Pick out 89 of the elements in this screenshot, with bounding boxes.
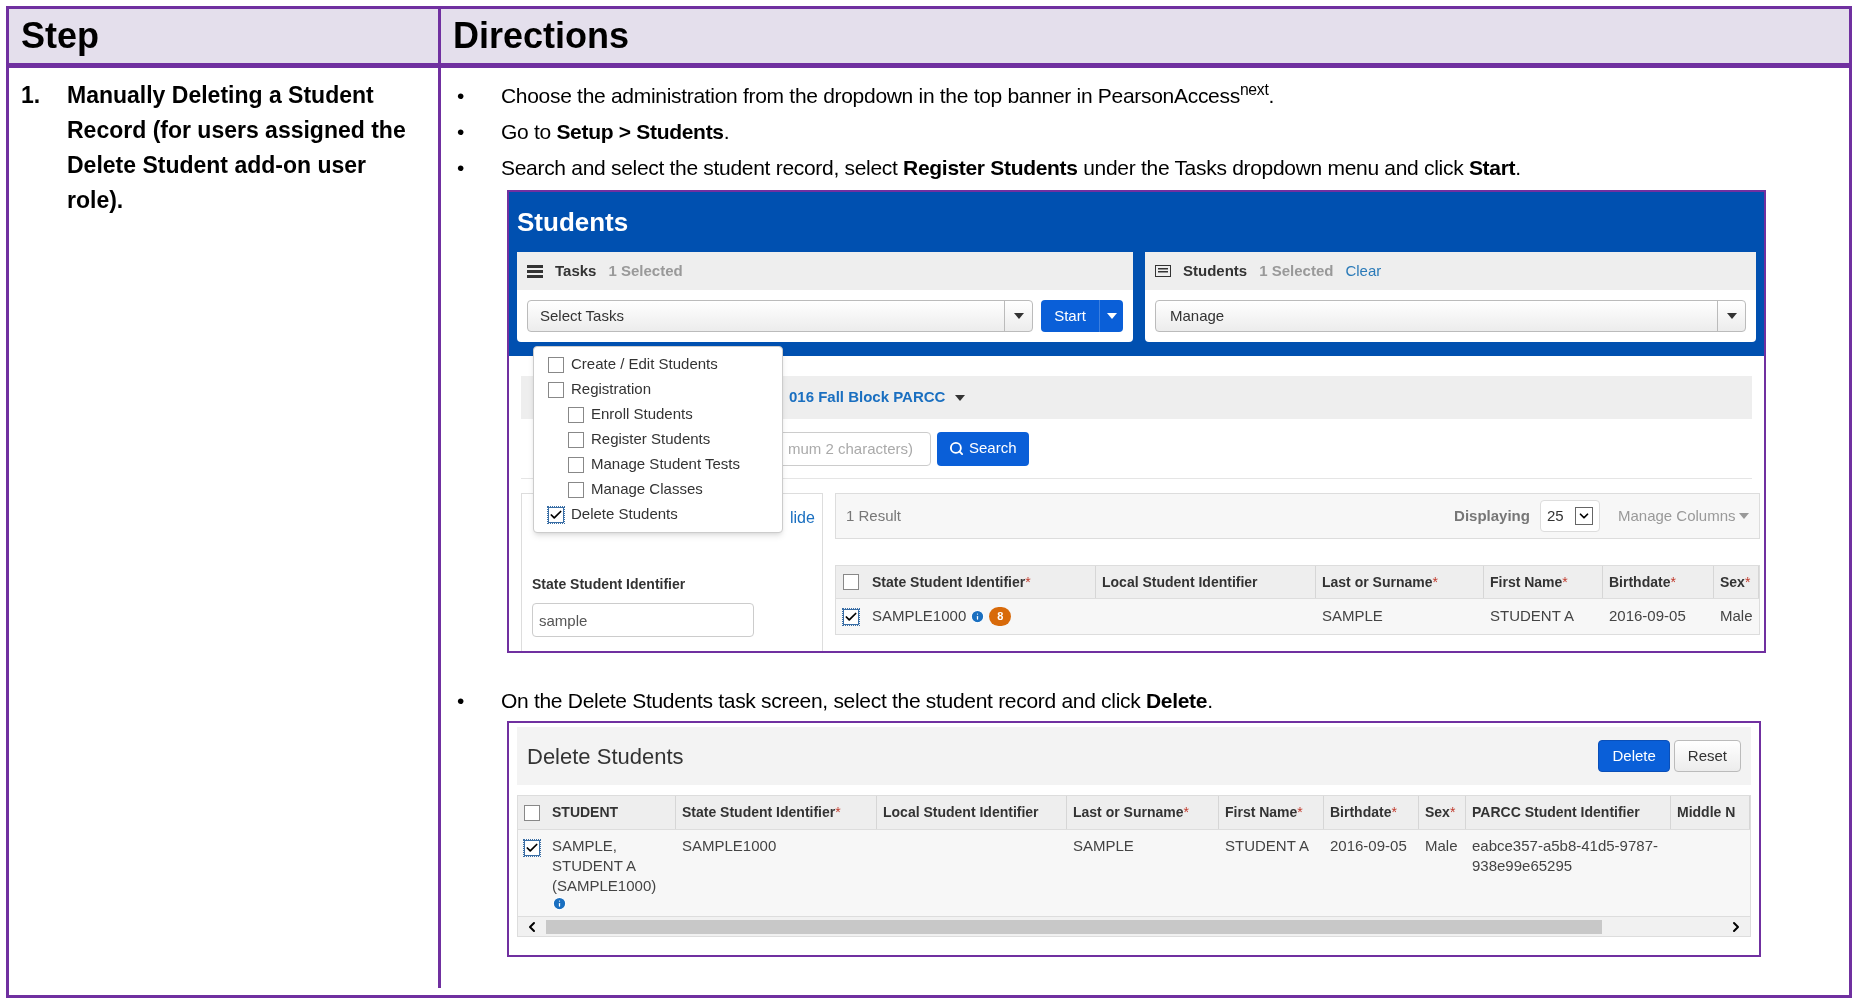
table-cell: SAMPLE1000	[682, 836, 777, 856]
bullet: •	[457, 688, 466, 714]
caret-icon	[955, 394, 966, 401]
menu-item[interactable]: Create / Edit Students	[534, 352, 782, 377]
administration-name[interactable]: 016 Fall Block PARCC	[789, 386, 946, 409]
step-title: Manually Deleting a Student Record (for users assigned the Delete Student add-on user role).	[67, 81, 407, 215]
search-button[interactable]: Search	[937, 431, 1029, 466]
info-icon[interactable]	[970, 609, 986, 624]
table-cell-text: SAMPLE1000	[872, 606, 967, 627]
checkbox[interactable]	[524, 804, 540, 821]
table-cell-text: SAMPLE	[1322, 606, 1383, 627]
column-header: Local Student Identifier	[1096, 566, 1316, 598]
table-cell: SAMPLE	[1073, 836, 1134, 856]
caret-icon	[1106, 313, 1117, 319]
delete-button[interactable]: Delete	[1598, 740, 1670, 772]
selected-count: 1 Selected	[1259, 260, 1334, 281]
table-row[interactable]: SAMPLE, STUDENT A (SAMPLE1000) SAMPLE1000 SAMPLE STUDENT A 2016-09-05 Male eabce357-a5b8-41d5-9787-938e99e65295	[518, 830, 1750, 916]
page-title: Students	[517, 205, 629, 239]
checkbox[interactable]	[548, 506, 564, 523]
checkbox[interactable]	[548, 381, 564, 398]
table-row[interactable]: SAMPLE1000 8 SAMPLE STUDENT A 2016-09-05 Male	[835, 599, 1760, 635]
table-cell-text: 2016-09-05	[1609, 606, 1686, 627]
clear-link[interactable]: Clear	[1345, 259, 1382, 283]
info-icon[interactable]	[552, 896, 567, 911]
direction-text: Go to Setup > Students.	[501, 119, 730, 145]
task-select[interactable]: Select Tasks	[527, 300, 1033, 332]
column-header: First Name*	[1484, 566, 1603, 598]
checkbox[interactable]	[568, 406, 584, 423]
checkbox[interactable]	[843, 574, 859, 590]
menu-item[interactable]: Manage Classes	[534, 477, 782, 502]
selected-count: 1 Selected	[608, 260, 683, 281]
field-label: State Student Identifier	[532, 575, 687, 594]
direction-text: Search and select the student record, select Register Students under the Tasks dropdown menu and click Start.	[501, 155, 1521, 181]
table-cell: Male	[1425, 836, 1458, 856]
reset-button[interactable]: Reset	[1673, 740, 1741, 772]
bullet: •	[457, 155, 466, 181]
checkbox[interactable]	[524, 840, 540, 856]
column-header: Step	[9, 9, 441, 63]
bullet: •	[457, 119, 466, 145]
checkbox[interactable]	[568, 456, 584, 473]
menu-item[interactable]: Enroll Students	[534, 402, 782, 427]
column-header: Sex*	[1714, 566, 1759, 598]
table-cell: 2016-09-05	[1330, 836, 1407, 856]
column-header: STUDENT	[546, 796, 676, 829]
column-header: Local Student Identifier	[877, 796, 1067, 829]
students-select[interactable]: Manage	[1155, 300, 1746, 332]
column-header: Last or Surname*	[1316, 566, 1484, 598]
checkbox[interactable]	[843, 608, 859, 625]
column-header: Middle N	[1671, 796, 1750, 829]
direction-text: Choose the administration from the dropdown in the top banner in PearsonAccess$^{next}$.	[501, 80, 1274, 109]
direction-text: On the Delete Students task screen, select the student record and click Delete.	[501, 688, 1213, 714]
table-cell-text: SAMPLE, STUDENT A (SAMPLE1000)	[552, 836, 658, 896]
checkbox[interactable]	[568, 431, 584, 448]
bullet: •	[457, 83, 466, 109]
card-icon	[1155, 265, 1171, 277]
table-cell-text: STUDENT A	[1490, 606, 1574, 627]
checkbox[interactable]	[548, 356, 564, 373]
table-cell: STUDENT A	[1225, 836, 1309, 856]
table-cell-text: eabce357-a5b8-41d5-9787-938e99e65295	[1472, 836, 1659, 876]
checkbox[interactable]	[568, 481, 584, 498]
result-count: 1 Result	[846, 505, 903, 526]
panel-title: Tasks	[555, 260, 597, 281]
column-header: Last or Surname*	[1067, 796, 1219, 829]
page-size-select[interactable]: 25	[1539, 500, 1600, 532]
start-button[interactable]: Start	[1041, 300, 1123, 332]
column-header: Directions	[452, 14, 631, 58]
menu-item[interactable]: Delete Students	[534, 502, 782, 527]
task-title: Delete Students	[527, 742, 685, 771]
menu-item[interactable]: Registration	[534, 377, 782, 402]
hide-link[interactable]: lide	[790, 506, 815, 530]
search-icon	[949, 441, 964, 456]
column-header: Birthdate*	[1324, 796, 1419, 829]
horizontal-scrollbar[interactable]	[518, 916, 1750, 936]
alert-count-badge: 8	[989, 607, 1012, 626]
column-header: Sex*	[1419, 796, 1466, 829]
column-header: PARCC Student Identifier	[1466, 796, 1671, 829]
caret-icon	[1726, 313, 1737, 319]
identifier-field[interactable]: sample	[532, 603, 754, 637]
table-cell-text: Male	[1720, 606, 1753, 627]
panel-title: Students	[1183, 260, 1248, 281]
column-header: State Student Identifier*	[866, 566, 1096, 598]
column-header: Birthdate*	[1603, 566, 1714, 598]
column-header: State Student Identifier*	[676, 796, 877, 829]
column-header: First Name*	[1219, 796, 1324, 829]
list-icon	[527, 264, 543, 278]
step-number: 1.	[21, 81, 42, 110]
caret-icon	[1738, 513, 1749, 519]
displaying-label: Displaying	[1454, 505, 1530, 526]
caret-icon	[1013, 313, 1024, 319]
